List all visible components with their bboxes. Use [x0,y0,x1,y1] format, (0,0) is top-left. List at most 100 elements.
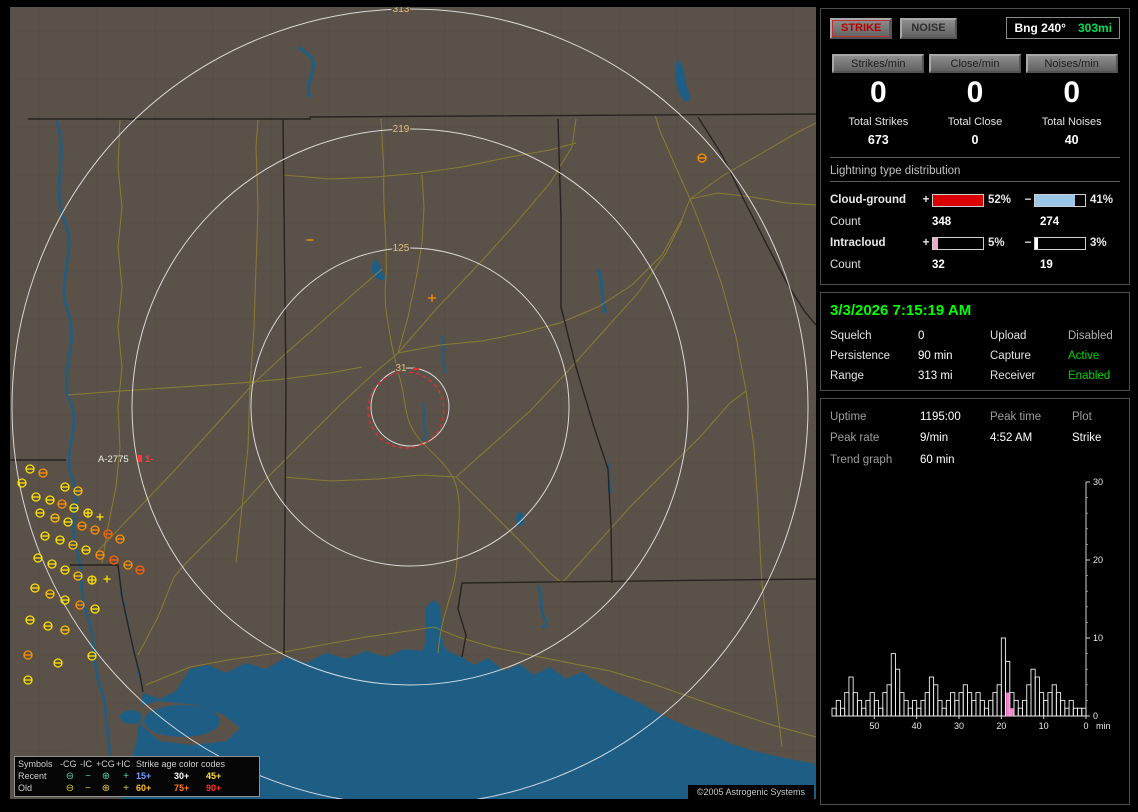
persistence-label: Persistence [830,350,891,362]
ring-distance-label: 31 [395,363,407,374]
strikes-per-min-button[interactable]: Strikes/min [832,54,925,73]
total-strikes-value: 673 [867,133,889,147]
legend-cell: − [85,771,91,782]
legend-cell: 75+ [174,783,190,793]
bearing-display: Bng 240° 303mi [1006,17,1120,39]
trend-graph: 302010050 40 30 20 10 0 min [831,478,1111,731]
trend-bar [1060,699,1066,717]
map-legend: Symbols -CG -IC +CG +IC Strike age color code… [14,756,260,797]
map-view[interactable]: 313 219 125 31 A-2775 1- Symbols -CG -IC +CG +IC S… [10,7,816,799]
trend-bar [962,684,968,717]
trend-bar [848,676,854,717]
plot-value: Strike [1072,432,1102,444]
trend-bar [890,653,896,717]
trend-bar [1081,707,1087,717]
cg-negative-bar [1034,193,1086,207]
legend-cell: 45+ [206,771,222,781]
trend-bar [840,707,846,717]
total-close: Total Close 0 [948,116,1002,147]
trend-bar [907,707,913,717]
receiver-label: Receiver [990,370,1036,382]
close-per-min-button[interactable]: Close/min [928,54,1021,73]
trend-bar [945,699,951,717]
trend-bar [924,692,930,717]
trend-bar [1047,692,1053,717]
noises-per-min-button[interactable]: Noises/min [1025,54,1118,73]
intracloud-row: Intracloud + 5% − 3% [830,233,1120,253]
trend-bar [873,699,880,717]
legend-cell: Old [18,783,33,793]
trend-bar [1013,699,1019,717]
squelch-value: 0 [918,330,925,342]
bearing-range-value: 303mi [1077,21,1112,35]
trend-graph-label: Trend graph [830,454,893,466]
trend-bar [941,707,947,717]
legend-cell: 90+ [206,783,222,793]
trend-bar [865,699,871,717]
uptime-label: Uptime [830,411,867,423]
strike-marker-icon [87,575,97,585]
trend-bar [1072,707,1078,717]
total-close-value: 0 [971,133,979,147]
settings-grid: Squelch 0 Upload Disabled Persistence 90… [830,330,1120,382]
datetime-display: 3/3/2026 7:15:19 AM [830,302,972,319]
peak-rate-value: 9/min [920,432,949,444]
strike-mode-button[interactable]: STRIKE [830,17,893,39]
trend-bar [1000,637,1007,717]
trend-bar [869,692,875,717]
ic-negative-bar [1034,236,1086,250]
trend-bar [899,692,905,717]
upload-value: Disabled [1068,330,1113,342]
close-per-min-value: 0 [966,76,984,109]
noise-mode-button[interactable]: NOISE [900,17,957,39]
trend-x-tick-label: 20 [996,721,1006,731]
trend-bar [882,692,888,717]
trend-noise-bar [1006,692,1010,716]
legend-cell: +IC [116,759,131,769]
peak-time-label: Peak time [990,411,1042,423]
trend-bar [903,699,909,717]
legend-cell: ⊖ [65,783,75,794]
trend-bar [971,699,977,717]
trend-x-tick-label: 10 [1039,721,1049,731]
trend-bar [975,692,981,717]
trend-x-tick-label: 0 [1083,721,1088,731]
legend-cell: ⊕ [101,771,111,782]
trend-bar [967,692,973,717]
ring-distance-label: 125 [393,243,410,254]
trend-bar [1055,692,1062,717]
range-label: Range [830,370,864,382]
total-close-label: Total Close [947,116,1003,128]
trend-bar [916,707,922,717]
trend-bar [920,699,926,717]
trend-bar [1017,707,1023,717]
cg-positive-bar [932,193,984,207]
rate-values-row: 0 0 0 [830,76,1120,109]
count-label: Count [830,258,861,271]
trend-bar [911,699,918,717]
trend-bar [1064,707,1070,717]
legend-cell: + [123,783,129,794]
ring-distance-label: 219 [393,124,410,135]
intracloud-label: Intracloud [830,237,886,249]
trend-bar [1034,676,1040,717]
trend-bar [996,684,1002,717]
trend-bar [835,699,841,717]
squelch-label: Squelch [830,330,872,342]
trend-x-tick-label: 40 [912,721,922,731]
trend-bar [886,684,892,717]
trend-x-tick-label: 50 [869,721,879,731]
storm-cell-icon [138,455,142,462]
ic-positive-count: 32 [932,258,945,271]
total-noises: Total Noises 40 [1042,116,1102,147]
trend-bar [1051,684,1057,717]
trend-bar [1030,668,1036,717]
control-panel: STRIKE NOISE Bng 240° 303mi Strikes/min … [820,8,1130,805]
legend-cell: 30+ [174,771,190,781]
lightning-map: 313 219 125 31 A-2775 1- [10,7,816,799]
total-strikes-label: Total Strikes [848,116,909,128]
peak-rate-label: Peak rate [830,432,880,444]
trend-bar [831,707,837,717]
cloud-ground-count-row: Count 348 274 [830,210,1120,233]
legend-cell: -IC [80,759,92,769]
